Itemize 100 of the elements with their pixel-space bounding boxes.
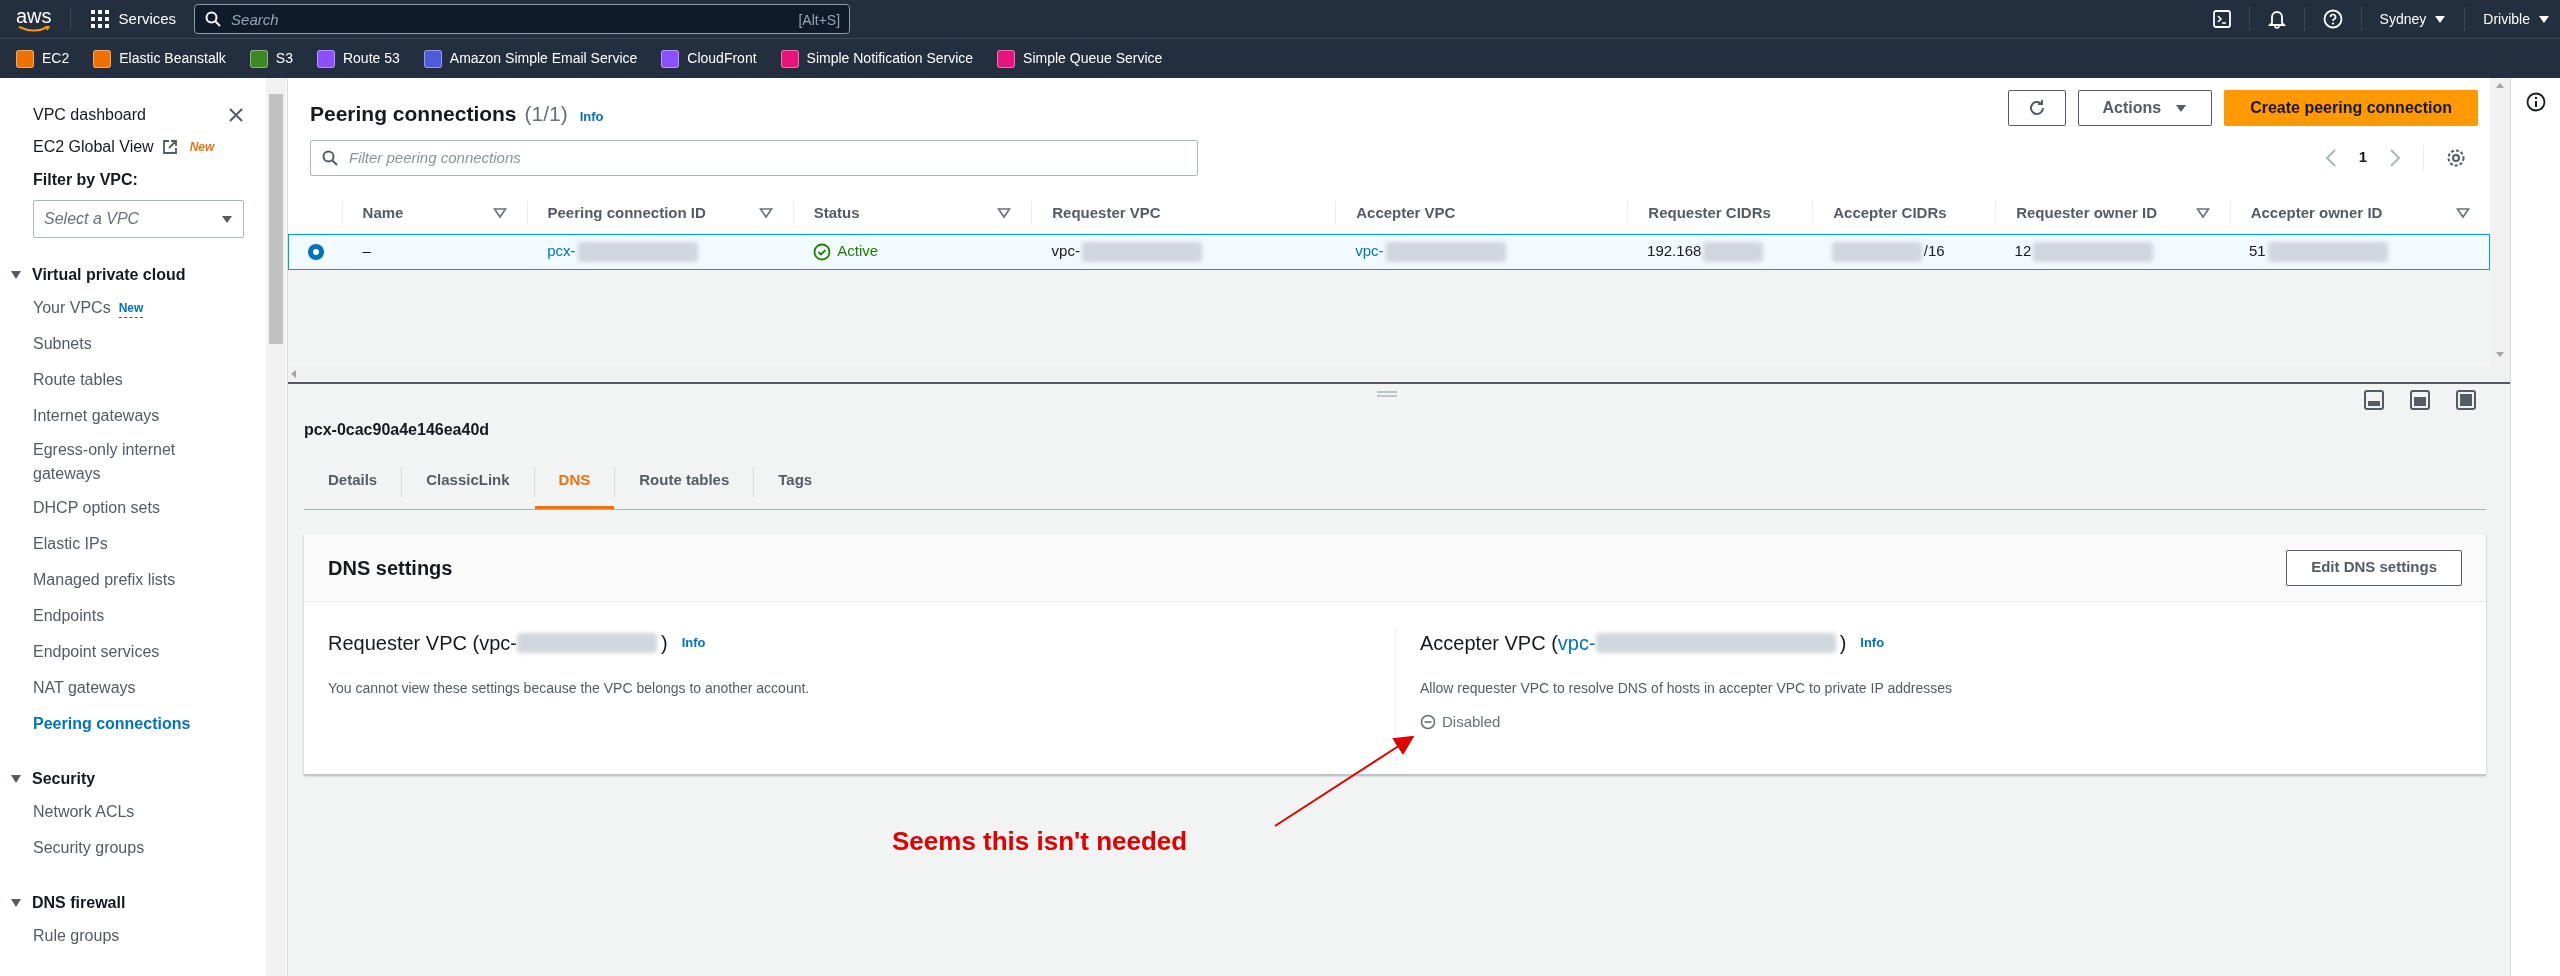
- refresh-button[interactable]: [2007, 90, 2066, 126]
- column-header[interactable]: Requester VPC: [1031, 201, 1336, 225]
- sidebar-link[interactable]: NAT gateways: [33, 676, 136, 700]
- sidebar-link[interactable]: Your VPCs: [33, 296, 111, 320]
- search-icon: [205, 11, 222, 27]
- close-icon: [228, 107, 244, 123]
- column-header[interactable]: Requester owner ID: [1995, 201, 2230, 225]
- create-button[interactable]: Create peering connection: [2224, 90, 2478, 126]
- column-label: Accepter CIDRs: [1833, 202, 1947, 223]
- tab[interactable]: Route tables: [615, 454, 754, 509]
- panel-middle-icon: [2410, 390, 2430, 410]
- column-label: Requester owner ID: [2016, 202, 2158, 223]
- sidebar-link[interactable]: Route tables: [33, 368, 123, 392]
- external-link-icon: [161, 139, 178, 155]
- page-number[interactable]: 1: [2358, 146, 2367, 169]
- sidebar-link[interactable]: Endpoints: [33, 604, 105, 628]
- help-icon: [2322, 9, 2343, 29]
- caret-icon: [2175, 103, 2188, 113]
- info-link[interactable]: Info: [1860, 633, 1885, 653]
- favorite-link[interactable]: CloudFront: [661, 48, 757, 69]
- section-header[interactable]: Virtual private cloud: [0, 260, 266, 290]
- sidebar-link[interactable]: Peering connections: [33, 712, 191, 736]
- description-text: Allow requester VPC to resolve DNS of hosts in accepter VPC to private IP addresses: [1420, 679, 1953, 698]
- info-link[interactable]: Info: [681, 633, 706, 653]
- new-label: New: [118, 298, 144, 318]
- section-header[interactable]: Security: [0, 764, 266, 794]
- region-menu[interactable]: Sydney: [2379, 8, 2447, 30]
- vpc-link[interactable]: vpc-: [1557, 628, 1596, 658]
- tab[interactable]: Tags: [754, 454, 837, 509]
- table-link[interactable]: vpc-: [1355, 240, 1384, 263]
- sidebar-link[interactable]: DHCP option sets: [33, 496, 160, 520]
- sidebar-link[interactable]: Rule groups: [33, 924, 120, 948]
- column-label: Peering connection ID: [547, 202, 706, 223]
- sidebar-link[interactable]: Managed prefix lists: [33, 568, 176, 592]
- panel-full-icon: [2456, 390, 2476, 410]
- edit-button[interactable]: Edit DNS settings: [2286, 549, 2462, 586]
- sidebar-link[interactable]: VPC dashboard: [33, 103, 146, 127]
- column-header[interactable]: Status: [792, 201, 1032, 225]
- tab[interactable]: ClassicLink: [402, 454, 534, 509]
- favorite-link[interactable]: Simple Queue Service: [997, 48, 1163, 69]
- column-header[interactable]: Name: [341, 201, 527, 225]
- column-header[interactable]: Requester CIDRs: [1627, 201, 1813, 225]
- vpc-select[interactable]: Select a VPC: [33, 200, 244, 238]
- scroll-left-icon: [290, 369, 298, 379]
- sidebar-link[interactable]: Security groups: [33, 836, 145, 860]
- table-cell-text: 12: [2014, 241, 2032, 262]
- chevron-right-icon: [2389, 147, 2401, 168]
- table-row[interactable]: – pcx- Active vpc- vpc- 192.168 /16 12 51: [288, 233, 2490, 270]
- sidebar-link[interactable]: Subnets: [33, 332, 92, 356]
- account-menu[interactable]: Drivible: [2483, 8, 2550, 30]
- panel-title: Peering connections: [310, 101, 517, 127]
- caret-icon: [2434, 14, 2447, 24]
- vpc-id: vpc-: [479, 631, 517, 656]
- new-label: New: [189, 139, 215, 156]
- info-link[interactable]: Info: [579, 107, 604, 127]
- resource-id: pcx-0cac90a4e146ea40d: [303, 420, 491, 440]
- favorite-link[interactable]: Simple Notification Service: [780, 48, 974, 69]
- filter-label: Filter by VPC:: [32, 170, 139, 190]
- tab[interactable]: Details: [304, 454, 402, 509]
- sidebar-link[interactable]: EC2 Global View: [33, 135, 154, 159]
- column-label: Accepter owner ID: [2250, 202, 2383, 223]
- services-button[interactable]: Services: [69, 7, 177, 31]
- radio-button[interactable]: [307, 243, 324, 260]
- sort-icon: [758, 207, 773, 219]
- favorite-link[interactable]: Route 53: [316, 48, 400, 69]
- info-icon: [2525, 92, 2546, 112]
- card-title: DNS settings: [328, 555, 453, 581]
- section-header[interactable]: DNS firewall: [0, 888, 266, 918]
- sidebar-link[interactable]: Endpoint services: [33, 640, 160, 664]
- sidebar-link[interactable]: Elastic IPs: [33, 532, 108, 556]
- filter-field[interactable]: Filter peering connections: [310, 139, 1198, 176]
- column-label: Name: [362, 202, 404, 223]
- annotation-text: Seems this isn't needed: [892, 825, 1188, 858]
- favorite-link[interactable]: EC2: [16, 48, 70, 69]
- sidebar-link[interactable]: Egress-only internet gateways: [33, 438, 246, 486]
- table-link[interactable]: pcx-: [547, 240, 576, 263]
- settings-icon: [2446, 147, 2466, 168]
- smile-icon: [16, 26, 51, 32]
- column-header[interactable]: Accepter VPC: [1335, 201, 1628, 225]
- aws-logo[interactable]: aws: [16, 6, 52, 32]
- select-placeholder: Select a VPC: [44, 209, 140, 229]
- shortcut-hint: [Alt+S]: [798, 11, 841, 30]
- sidebar-link[interactable]: Internet gateways: [33, 404, 160, 428]
- table-cell-text: 192.168: [1647, 241, 1702, 262]
- favorite-link[interactable]: S3: [249, 48, 293, 69]
- sidebar-link[interactable]: Network ACLs: [33, 800, 135, 824]
- terminal-icon: [2212, 10, 2231, 28]
- vpc-heading: Requester VPC (: [328, 631, 480, 656]
- actions-button[interactable]: Actions: [2077, 90, 2213, 126]
- caret-icon: [221, 214, 233, 224]
- sort-icon: [2195, 207, 2210, 219]
- column-header[interactable]: Peering connection ID: [526, 201, 793, 225]
- column-header[interactable]: Accepter CIDRs: [1812, 201, 1996, 225]
- column-label: Requester VPC: [1052, 202, 1161, 223]
- sort-icon: [2456, 207, 2470, 219]
- table-cell-text: –: [362, 241, 371, 262]
- grid-icon: [90, 10, 109, 28]
- favorite-link[interactable]: Elastic Beanstalk: [93, 48, 226, 69]
- favorite-link[interactable]: Amazon Simple Email Service: [423, 48, 638, 69]
- chevron-left-icon: [2324, 147, 2337, 168]
